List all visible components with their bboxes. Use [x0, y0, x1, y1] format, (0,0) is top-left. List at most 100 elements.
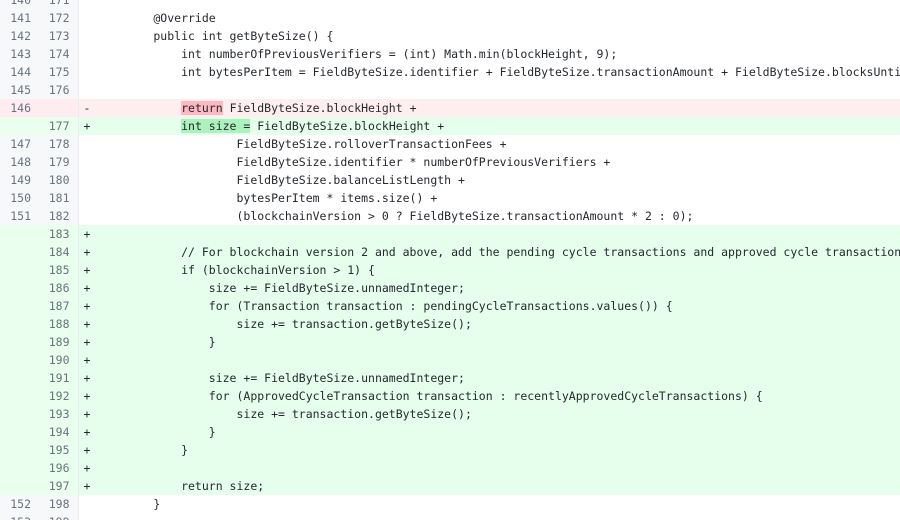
diff-row[interactable]: 186 + size += FieldByteSize.unnamedIntege…	[0, 279, 900, 297]
line-number-old: 149	[0, 171, 39, 189]
diff-row[interactable]: 185 + if (blockchainVersion > 1) {	[0, 261, 900, 279]
diff-row[interactable]: 188 + size += transaction.getByteSize();	[0, 315, 900, 333]
code-segment-changed: int size =	[181, 119, 251, 133]
diff-row[interactable]: 177 + int size = FieldByteSize.blockHeigh…	[0, 117, 900, 135]
line-number-new: 197	[39, 477, 79, 495]
code-segment-prefix	[98, 119, 181, 133]
code-line[interactable]	[92, 513, 900, 520]
line-number-old: 143	[0, 45, 39, 63]
code-line[interactable]: int numberOfPreviousVerifiers = (int) Ma…	[92, 45, 900, 63]
diff-marker	[78, 513, 92, 520]
diff-marker	[78, 27, 92, 45]
line-number-old: 148	[0, 153, 39, 171]
code-line[interactable]	[92, 459, 900, 477]
line-number-old	[0, 279, 39, 297]
diff-marker: +	[78, 369, 92, 387]
diff-row[interactable]: 189 + }	[0, 333, 900, 351]
line-number-old	[0, 441, 39, 459]
diff-row[interactable]: 142 173 public int getByteSize() {	[0, 27, 900, 45]
diff-row[interactable]: 144 175 int bytesPerItem = FieldByteSize.…	[0, 63, 900, 81]
diff-marker	[78, 171, 92, 189]
diff-marker: +	[78, 315, 92, 333]
line-number-new: 172	[39, 9, 79, 27]
diff-marker	[78, 495, 92, 513]
code-line[interactable]: size += FieldByteSize.unnamedInteger;	[92, 279, 900, 297]
diff-marker	[78, 9, 92, 27]
code-line[interactable]: @Override	[92, 9, 900, 27]
code-line[interactable]	[92, 0, 900, 9]
diff-row[interactable]: 143 174 int numberOfPreviousVerifiers = (…	[0, 45, 900, 63]
diff-marker	[78, 0, 92, 9]
diff-row[interactable]: 150 181 bytesPerItem * items.size() +	[0, 189, 900, 207]
diff-row[interactable]: 192 + for (ApprovedCycleTransaction trans…	[0, 387, 900, 405]
line-number-new: 179	[39, 153, 79, 171]
diff-marker: +	[78, 261, 92, 279]
code-line[interactable]: for (Transaction transaction : pendingCy…	[92, 297, 900, 315]
diff-marker	[78, 153, 92, 171]
code-line[interactable]: }	[92, 441, 900, 459]
diff-row[interactable]: 149 180 FieldByteSize.balanceListLength +	[0, 171, 900, 189]
line-number-new: 192	[39, 387, 79, 405]
diff-row[interactable]: 187 + for (Transaction transaction : pend…	[0, 297, 900, 315]
code-line[interactable]: bytesPerItem * items.size() +	[92, 189, 900, 207]
code-line[interactable]: size += FieldByteSize.unnamedInteger;	[92, 369, 900, 387]
diff-row[interactable]: 148 179 FieldByteSize.identifier * number…	[0, 153, 900, 171]
code-line[interactable]: size += transaction.getByteSize();	[92, 405, 900, 423]
diff-row[interactable]: 193 + size += transaction.getByteSize();	[0, 405, 900, 423]
diff-marker: +	[78, 477, 92, 495]
line-number-new: 178	[39, 135, 79, 153]
diff-marker: +	[78, 279, 92, 297]
unified-diff-viewer[interactable]: 140 171 141 172 @Override 142 173 public int …	[0, 0, 900, 520]
diff-row[interactable]: 140 171	[0, 0, 900, 9]
code-line[interactable]: for (ApprovedCycleTransaction transactio…	[92, 387, 900, 405]
diff-row[interactable]: 196 +	[0, 459, 900, 477]
code-line[interactable]	[92, 225, 900, 243]
code-line[interactable]: if (blockchainVersion > 1) {	[92, 261, 900, 279]
diff-row[interactable]: 153199	[0, 513, 900, 520]
line-number-old	[0, 261, 39, 279]
code-line[interactable]: public int getByteSize() {	[92, 27, 900, 45]
diff-row[interactable]: 183 +	[0, 225, 900, 243]
line-number-old: 140	[0, 0, 39, 9]
line-number-old: 145	[0, 81, 39, 99]
code-line[interactable]	[92, 81, 900, 99]
line-number-new: 190	[39, 351, 79, 369]
diff-table-body: 140 171 141 172 @Override 142 173 public int …	[0, 0, 900, 520]
code-line[interactable]: int bytesPerItem = FieldByteSize.identif…	[92, 63, 900, 81]
diff-marker: +	[78, 459, 92, 477]
line-number-new: 193	[39, 405, 79, 423]
code-line[interactable]: FieldByteSize.identifier * numberOfPrevi…	[92, 153, 900, 171]
code-line[interactable]: return size;	[92, 477, 900, 495]
code-line[interactable]: }	[92, 495, 900, 513]
code-line[interactable]: (blockchainVersion > 0 ? FieldByteSize.t…	[92, 207, 900, 225]
diff-marker: +	[78, 405, 92, 423]
code-line[interactable]: // For blockchain version 2 and above, a…	[92, 243, 900, 261]
diff-row[interactable]: 197 + return size;	[0, 477, 900, 495]
code-line[interactable]: int size = FieldByteSize.blockHeight +	[92, 117, 900, 135]
diff-row[interactable]: 141 172 @Override	[0, 9, 900, 27]
diff-row[interactable]: 145 176	[0, 81, 900, 99]
code-line[interactable]: }	[92, 333, 900, 351]
code-line[interactable]: return FieldByteSize.blockHeight +	[92, 99, 900, 117]
diff-row[interactable]: 195 + }	[0, 441, 900, 459]
diff-row[interactable]: 147 178 FieldByteSize.rolloverTransaction…	[0, 135, 900, 153]
diff-marker: +	[78, 333, 92, 351]
code-line[interactable]	[92, 351, 900, 369]
code-line[interactable]: FieldByteSize.balanceListLength +	[92, 171, 900, 189]
diff-row[interactable]: 151 182 (blockchainVersion > 0 ? FieldByt…	[0, 207, 900, 225]
diff-row[interactable]: 146 - return FieldByteSize.blockHeight +	[0, 99, 900, 117]
diff-row[interactable]: 184 + // For blockchain version 2 and abo…	[0, 243, 900, 261]
code-line[interactable]: FieldByteSize.rolloverTransactionFees +	[92, 135, 900, 153]
diff-row[interactable]: 191 + size += FieldByteSize.unnamedIntege…	[0, 369, 900, 387]
line-number-new: 184	[39, 243, 79, 261]
line-number-new: 188	[39, 315, 79, 333]
line-number-new: 175	[39, 63, 79, 81]
diff-row[interactable]: 152 198 }	[0, 495, 900, 513]
line-number-old	[0, 369, 39, 387]
line-number-old: 141	[0, 9, 39, 27]
diff-row[interactable]: 194 + }	[0, 423, 900, 441]
diff-row[interactable]: 190 +	[0, 351, 900, 369]
code-line[interactable]: size += transaction.getByteSize();	[92, 315, 900, 333]
code-line[interactable]: }	[92, 423, 900, 441]
diff-marker: -	[78, 99, 92, 117]
